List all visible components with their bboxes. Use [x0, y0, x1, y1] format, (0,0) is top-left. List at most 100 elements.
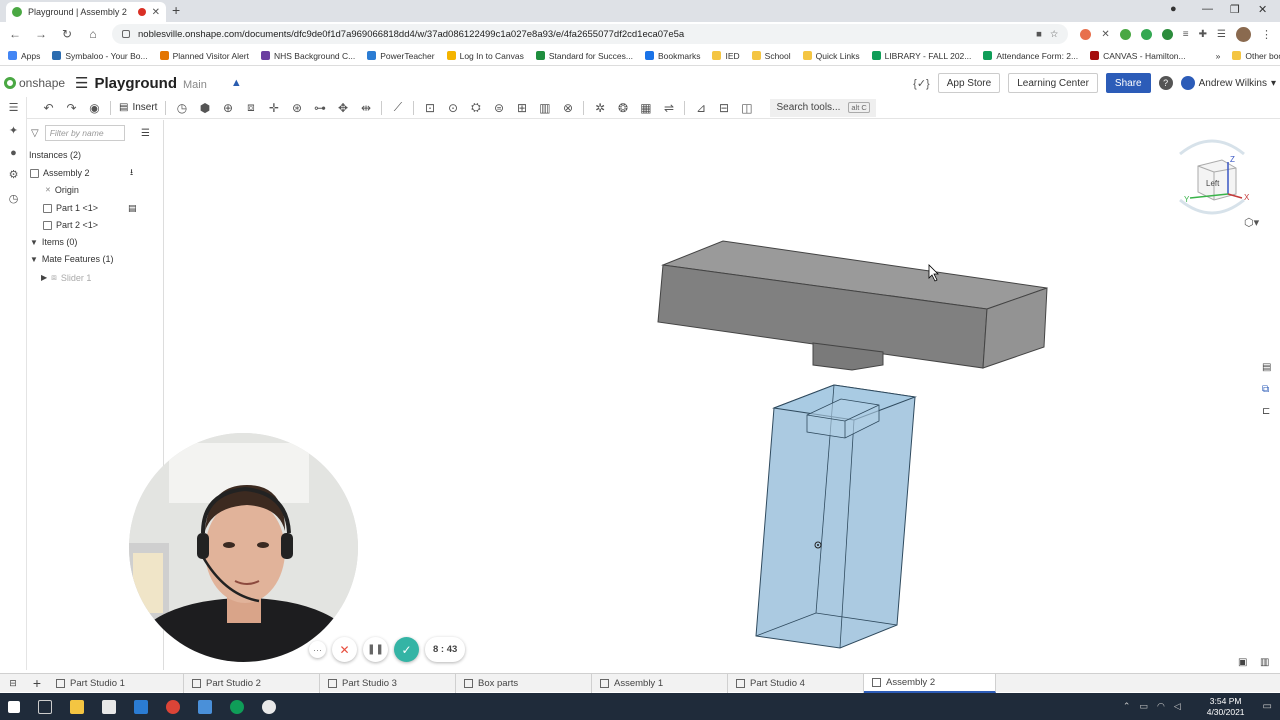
instance-list-icon[interactable]: ☰ — [6, 100, 21, 115]
bookmark-item[interactable]: IED — [712, 51, 740, 61]
featurescript-icon[interactable]: {✓} — [913, 77, 930, 90]
bookmark-item[interactable]: Bookmarks — [644, 51, 700, 61]
planar-mate-icon[interactable]: ✛ — [266, 100, 281, 115]
reload-icon[interactable]: ↻ — [60, 27, 74, 41]
revolute-mate-icon[interactable]: ⊕ — [220, 100, 235, 115]
document-name[interactable]: Playground — [95, 75, 178, 92]
menu-icon[interactable]: ⋮ — [1261, 28, 1272, 41]
mate-features-icon[interactable]: ✦ — [6, 123, 21, 138]
view-cube[interactable]: Left Z X Y — [1170, 132, 1255, 227]
task-view-icon[interactable] — [38, 699, 52, 714]
bookmark-item[interactable]: Apps — [8, 51, 40, 61]
slider-row[interactable]: ▶ ⧈ Slider 1 — [41, 272, 91, 283]
cylindrical-mate-icon[interactable]: ⊛ — [289, 100, 304, 115]
mate-features-row[interactable]: ▼ Mate Features (1) — [30, 254, 113, 264]
group-icon[interactable]: ⊡ — [422, 100, 437, 115]
app-store-button[interactable]: App Store — [937, 73, 1001, 93]
bookmark-item[interactable]: PowerTeacher — [367, 51, 435, 61]
hangouts-icon[interactable] — [230, 699, 244, 714]
chevron-up-icon[interactable]: ⌃ — [1123, 701, 1131, 712]
bookmark-item[interactable]: NHS Background C... — [260, 51, 355, 61]
battery-icon[interactable]: ▭ — [1139, 701, 1148, 712]
tab-box-parts[interactable]: Box parts — [456, 673, 592, 693]
replicate-icon[interactable]: ◷ — [174, 100, 189, 115]
tab-part-studio-2[interactable]: Part Studio 2 — [184, 673, 320, 693]
tab-part-studio-4[interactable]: Part Studio 4 — [728, 673, 864, 693]
chrome-icon[interactable] — [166, 699, 180, 714]
pin-slot-mate-icon[interactable]: ⊶ — [312, 100, 327, 115]
minimize-icon[interactable]: — — [1202, 3, 1213, 15]
section-view-icon[interactable]: ◫ — [739, 100, 754, 115]
fastened-mate-icon[interactable]: ⬢ — [197, 100, 212, 115]
reading-list-icon[interactable]: ≡ — [1183, 29, 1189, 40]
configuration-icon[interactable]: ⊏ — [1262, 406, 1270, 417]
back-icon[interactable]: ← — [8, 27, 22, 41]
share-button[interactable]: Share — [1105, 73, 1151, 93]
parallel-mate-icon[interactable]: ⇹ — [358, 100, 373, 115]
tab-manager-icon[interactable]: ⊟ — [0, 678, 26, 689]
part2-row[interactable]: Part 2 <1> — [43, 220, 98, 230]
appearance-icon[interactable]: ⧉ — [1262, 384, 1269, 395]
mate-connector-icon[interactable]: ⊙ — [445, 100, 460, 115]
parts-icon[interactable]: ⚙ — [6, 167, 21, 182]
mail-icon[interactable] — [134, 699, 148, 714]
notifications-icon[interactable]: ▭ — [1263, 701, 1272, 712]
align-icon[interactable]: ⇌ — [661, 100, 676, 115]
zoom-icon[interactable]: ▥ — [1260, 657, 1269, 668]
bookmark-item[interactable]: Symbaloo - Your Bo... — [52, 51, 148, 61]
profile-avatar[interactable] — [1236, 26, 1251, 42]
close-window-icon[interactable]: ✕ — [1258, 3, 1267, 16]
assembly-row[interactable]: Assembly 2 ⭳ — [30, 167, 133, 178]
maximize-icon[interactable]: ❐ — [1230, 3, 1240, 16]
tab-assembly-1[interactable]: Assembly 1 — [592, 673, 728, 693]
tab-part-studio-1[interactable]: Part Studio 1 — [48, 673, 184, 693]
extension-icon[interactable] — [1140, 28, 1152, 40]
file-explorer-icon[interactable] — [70, 699, 84, 714]
view-options-icon[interactable]: ⬡▾ — [1244, 216, 1259, 229]
recorder-more-button[interactable]: ··· — [309, 641, 326, 658]
extension-icon[interactable] — [1161, 28, 1173, 40]
record-icon[interactable]: ◉ — [87, 100, 102, 115]
tab-part-studio-3[interactable]: Part Studio 3 — [320, 673, 456, 693]
recorder-cancel-button[interactable]: ✕ — [332, 637, 357, 662]
redo-icon[interactable]: ↷ — [64, 100, 79, 115]
more-bookmarks-icon[interactable]: » — [1216, 51, 1221, 61]
measure-icon[interactable]: ⊿ — [693, 100, 708, 115]
screw-relation-icon[interactable]: ▥ — [537, 100, 552, 115]
part1-row[interactable]: Part 1 <1> ▤ — [43, 203, 137, 213]
app-icon[interactable] — [198, 699, 212, 714]
extension-icon[interactable] — [1119, 28, 1131, 40]
comments-icon[interactable]: ● — [6, 145, 21, 160]
extension-icon[interactable] — [1080, 28, 1092, 40]
media-icon[interactable]: ☰ — [1217, 29, 1226, 40]
learning-center-button[interactable]: Learning Center — [1008, 73, 1098, 93]
render-mode-icon[interactable]: ▣ — [1238, 657, 1247, 668]
rack-pinion-icon[interactable]: ⊞ — [514, 100, 529, 115]
tab-search-icon[interactable]: ● — [1170, 3, 1177, 15]
recorder-pause-button[interactable]: ❚❚ — [363, 637, 388, 662]
forward-icon[interactable]: → — [34, 27, 48, 41]
undo-icon[interactable]: ↶ — [41, 100, 56, 115]
download-icon[interactable]: ⭳ — [130, 165, 133, 181]
puzzle-icon[interactable]: ✚ — [1199, 29, 1207, 40]
filter-input[interactable]: Filter by name — [44, 125, 125, 141]
linear-relation-icon[interactable]: ⛭ — [468, 100, 483, 115]
settings-icon[interactable]: ❂ — [615, 100, 630, 115]
list-view-icon[interactable]: ☰ — [141, 128, 150, 139]
star-icon[interactable]: ☆ — [1050, 29, 1059, 40]
gear-icon[interactable]: ✲ — [592, 100, 607, 115]
new-tab-button[interactable]: + — [172, 2, 180, 18]
recorder-app-icon[interactable] — [262, 699, 276, 714]
volume-icon[interactable]: ◁ — [1174, 701, 1181, 712]
bookmark-item[interactable]: Planned Visitor Alert — [159, 51, 249, 61]
taskbar-clock[interactable]: 3:54 PM 4/30/2021 — [1207, 696, 1245, 718]
bookmark-item[interactable]: Log In to Canvas — [446, 51, 524, 61]
onshape-logo[interactable]: onshape — [4, 76, 65, 90]
explode-icon[interactable]: ⊗ — [560, 100, 575, 115]
bom-icon[interactable]: ▤ — [1262, 362, 1271, 373]
mute-icon[interactable]: ✕ — [1101, 29, 1109, 40]
origin-row[interactable]: ✕ Origin — [45, 185, 79, 195]
close-tab-icon[interactable]: ✕ — [152, 7, 160, 18]
url-input[interactable]: noblesville.onshape.com/documents/dfc9de… — [112, 24, 1069, 44]
items-row[interactable]: ▼ Items (0) — [30, 237, 77, 247]
